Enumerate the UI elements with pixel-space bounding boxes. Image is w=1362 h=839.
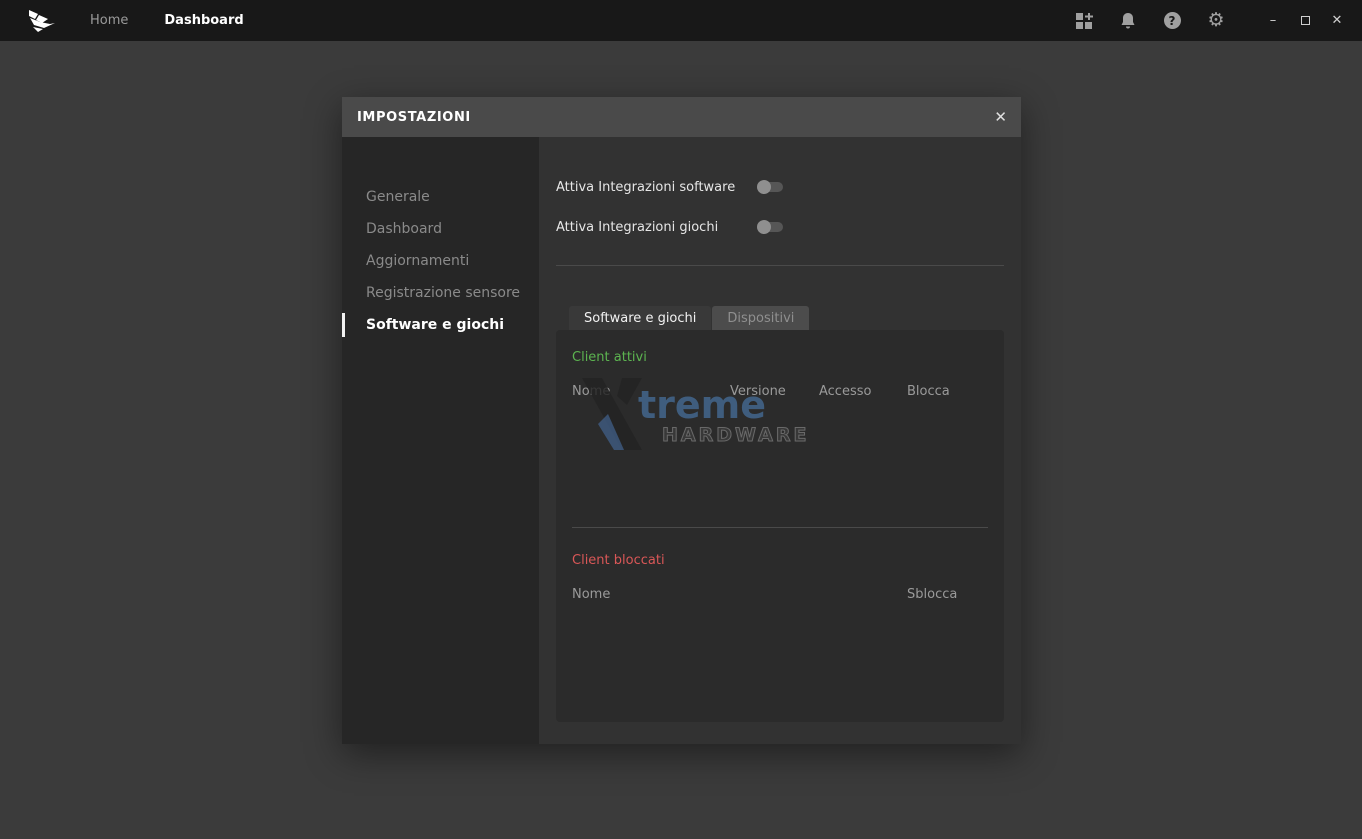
- watermark-hardware-text: HARDWARE: [662, 424, 809, 446]
- col-header-sblocca: Sblocca: [907, 587, 988, 602]
- close-window-button[interactable]: ✕: [1328, 12, 1346, 30]
- col-header-accesso: Accesso: [819, 384, 907, 399]
- settings-modal: IMPOSTAZIONI ✕ Generale Dashboard Aggior…: [342, 97, 1021, 744]
- col-header-nome-blocked: Nome: [572, 587, 907, 602]
- modal-title: IMPOSTAZIONI: [357, 110, 471, 125]
- tab-software-e-giochi[interactable]: Software e giochi: [569, 306, 711, 330]
- corsair-logo-icon: [28, 10, 56, 32]
- clients-panel: Client attivi Nome Versione Accesso Bloc…: [556, 330, 1004, 722]
- clients-divider: [572, 527, 988, 528]
- sidebar-item-registrazione-sensore[interactable]: Registrazione sensore: [342, 277, 539, 309]
- notifications-icon[interactable]: [1118, 11, 1138, 31]
- active-item-indicator: [342, 313, 345, 337]
- settings-sidebar: Generale Dashboard Aggiornamenti Registr…: [342, 137, 539, 744]
- toggle-knob: [757, 220, 771, 234]
- toggle-row-software: Attiva Integrazioni software: [556, 173, 1004, 201]
- col-header-nome: Nome: [572, 384, 730, 399]
- toggle-row-games: Attiva Integrazioni giochi: [556, 213, 1004, 241]
- blocked-clients-header-row: Nome Sblocca: [572, 587, 988, 602]
- help-question-glyph: ?: [1164, 12, 1181, 29]
- help-icon[interactable]: ?: [1162, 11, 1182, 31]
- game-integrations-toggle[interactable]: [759, 222, 783, 232]
- modal-body: Generale Dashboard Aggiornamenti Registr…: [342, 137, 1021, 744]
- maximize-glyph: [1301, 16, 1310, 25]
- modal-titlebar: IMPOSTAZIONI ✕: [342, 97, 1021, 137]
- gear-glyph: ⚙: [1207, 11, 1224, 30]
- client-tabs: Software e giochi Dispositivi: [569, 306, 1004, 330]
- sidebar-item-generale[interactable]: Generale: [342, 181, 539, 213]
- topbar-actions: ? ⚙ – ✕: [1074, 11, 1346, 31]
- nav-dashboard[interactable]: Dashboard: [164, 13, 243, 28]
- software-integrations-toggle[interactable]: [759, 182, 783, 192]
- sidebar-item-aggiornamenti[interactable]: Aggiornamenti: [342, 245, 539, 277]
- add-device-icon[interactable]: [1074, 11, 1094, 31]
- toggle-knob: [757, 180, 771, 194]
- sidebar-item-label: Software e giochi: [366, 317, 504, 333]
- toggle-label-games: Attiva Integrazioni giochi: [556, 220, 759, 235]
- topbar: Home Dashboard ? ⚙ – ✕: [0, 0, 1362, 41]
- main-nav: Home Dashboard: [90, 13, 244, 28]
- section-divider: [556, 265, 1004, 266]
- col-header-versione: Versione: [730, 384, 819, 399]
- sidebar-item-dashboard[interactable]: Dashboard: [342, 213, 539, 245]
- sidebar-item-software-e-giochi[interactable]: Software e giochi: [342, 309, 539, 341]
- toggle-label-software: Attiva Integrazioni software: [556, 180, 759, 195]
- active-clients-header-row: Nome Versione Accesso Blocca: [572, 384, 988, 399]
- col-header-blocca: Blocca: [907, 384, 988, 399]
- settings-icon[interactable]: ⚙: [1206, 11, 1226, 31]
- tab-dispositivi[interactable]: Dispositivi: [712, 306, 809, 330]
- minimize-button[interactable]: –: [1264, 12, 1282, 30]
- window-controls: – ✕: [1264, 12, 1346, 30]
- nav-home[interactable]: Home: [90, 13, 128, 28]
- active-clients-title: Client attivi: [572, 350, 988, 365]
- modal-close-icon[interactable]: ✕: [994, 108, 1007, 126]
- blocked-clients-title: Client bloccati: [572, 553, 988, 568]
- maximize-button[interactable]: [1296, 12, 1314, 30]
- blocked-clients-section: Client bloccati Nome Sblocca: [572, 553, 988, 602]
- settings-content: Attiva Integrazioni software Attiva Inte…: [539, 137, 1021, 744]
